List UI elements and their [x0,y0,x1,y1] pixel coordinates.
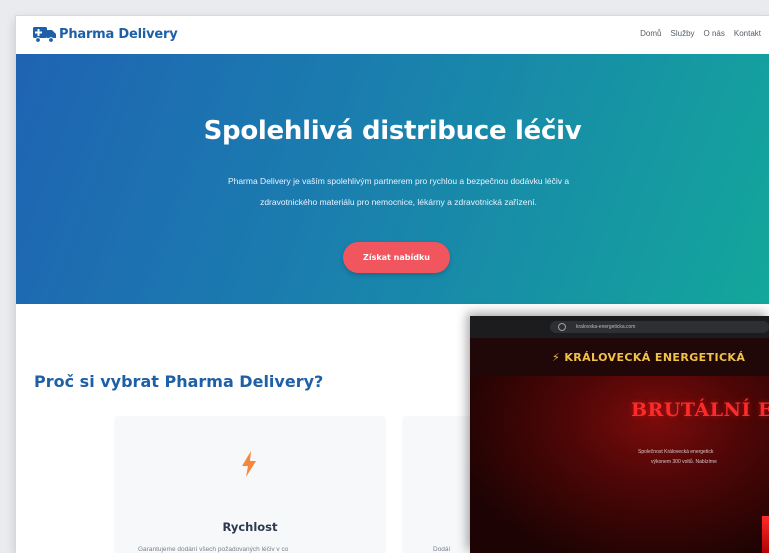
hero-section: Spolehlivá distribuce léčiv Pharma Deliv… [16,54,769,304]
nav-link-services[interactable]: Služby [671,29,695,38]
feature-card-title: Rychlost [222,520,278,534]
overlay-header: ⚡ KRÁLOVECKÁ ENERGETICKÁ [470,338,769,377]
top-navbar: Pharma Delivery Domů Služby O nás Kontak… [16,16,769,55]
logo[interactable]: Pharma Delivery [33,25,178,43]
truck-icon [33,27,56,43]
hero-title: Spolehlivá distribuce léčiv [203,116,582,146]
nav-links: Domů Služby O nás Kontakt [640,29,761,38]
feature-card-speed: Rychlost Garantujeme dodání všech požado… [114,416,386,553]
hero-description-line-2: zdravotnického materiálu pro nemocnice, … [260,197,537,207]
brand-name: Pharma Delivery [59,26,178,42]
url-text: kralovska-energeticka.com [576,324,636,330]
overlay-text-line-2: výkonem 300 voltů. Nabízíme [651,459,717,465]
hero-description-line-1: Pharma Delivery je vaším spolehlivým par… [227,176,570,186]
section-title: Proč si vybrat Pharma Delivery? [34,372,324,391]
overlay-browser-window[interactable]: kralovska-energeticka.com ⚡ KRÁLOVECKÁ E… [470,316,769,553]
overlay-site-title: ⚡ KRÁLOVECKÁ ENERGETICKÁ [552,351,746,364]
search-icon [558,323,566,331]
feature-card-description: Garantujeme dodání všech požadovaných lé… [138,546,289,553]
overlay-red-element [762,516,769,553]
hero-description: Pharma Delivery je vaším spolehlivým par… [146,171,651,213]
nav-link-home[interactable]: Domů [640,29,661,38]
nav-link-contact[interactable]: Kontakt [734,29,761,38]
overlay-headline: BRUTÁLNÍ EN [631,399,769,421]
nav-link-about[interactable]: O nás [704,29,725,38]
url-field[interactable]: kralovska-energeticka.com [550,321,769,333]
overlay-hero: BRUTÁLNÍ EN Společnost Královecká energe… [470,376,769,553]
feature-card-description: Dodáí [433,546,451,553]
get-quote-button[interactable]: Získat nabídku [343,242,450,273]
overlay-text-line-1: Společnost Královecká energetick [638,449,714,455]
bolt-icon [242,451,256,477]
overlay-address-bar: kralovska-energeticka.com [470,316,769,338]
